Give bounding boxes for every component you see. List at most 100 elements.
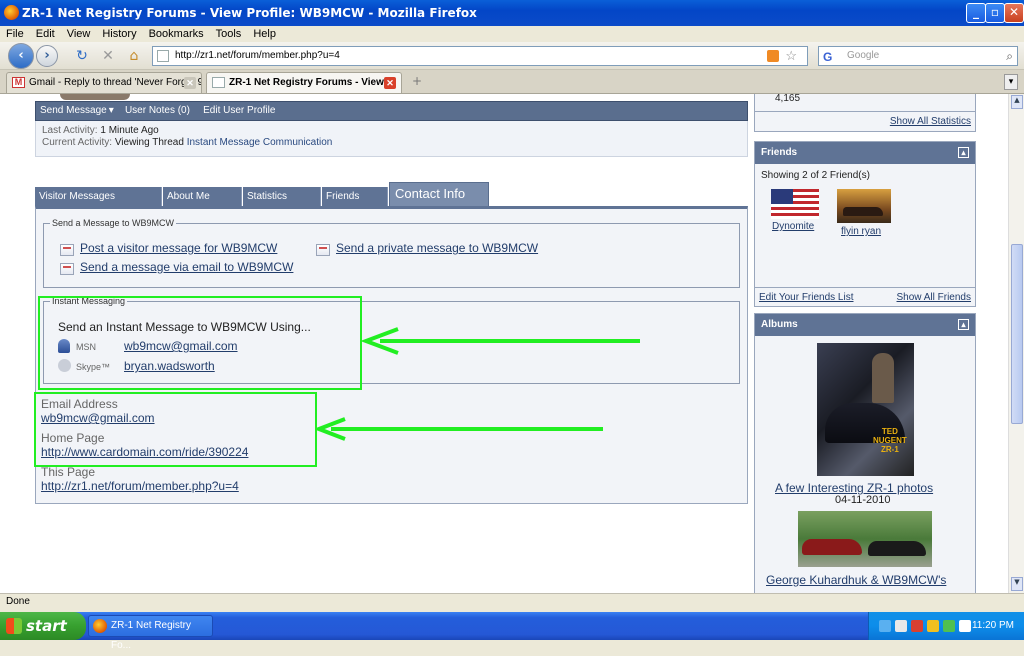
profile-tabs: Visitor Messages About Me Statistics Fri… xyxy=(35,182,748,206)
visitor-message-link[interactable]: Post a visitor message for WB9MCW xyxy=(80,241,277,255)
gmail-icon: M xyxy=(12,77,25,88)
clock[interactable]: 11:20 PM xyxy=(972,620,1014,631)
tab-about-me[interactable]: About Me xyxy=(163,187,242,206)
rss-icon[interactable] xyxy=(767,50,779,62)
private-message-link[interactable]: Send a private message to WB9MCW xyxy=(336,241,538,255)
stop-icon[interactable]: ✕ xyxy=(100,48,116,64)
taskbar: start ZR-1 Net Registry Fo... 11:20 PM xyxy=(0,612,1024,651)
email-message-link[interactable]: Send a message via email to WB9MCW xyxy=(80,260,293,274)
friend-link-flyin-ryan[interactable]: flyin ryan xyxy=(841,226,881,237)
tab-label: ZR-1 Net Registry Forums - View ... xyxy=(229,77,395,88)
url-bar[interactable]: http://zr1.net/forum/member.php?u=4 ☆ xyxy=(152,46,808,66)
menu-file[interactable]: File xyxy=(0,26,30,42)
minimize-button[interactable]: _ xyxy=(966,3,986,23)
tab-contact-info[interactable]: Contact Info xyxy=(389,182,489,206)
tab-close-icon[interactable]: ✕ xyxy=(384,77,396,89)
edit-profile-link[interactable]: Edit User Profile xyxy=(203,105,275,116)
search-icon[interactable]: ⌕ xyxy=(1006,47,1013,65)
album-thumbnail-2[interactable] xyxy=(798,511,932,567)
friends-count: Showing 2 of 2 Friend(s) xyxy=(761,170,870,181)
tab-label: Gmail - Reply to thread 'Never Forget 9.… xyxy=(29,77,202,88)
forward-button[interactable]: › xyxy=(36,45,58,67)
message-icon xyxy=(60,244,74,256)
start-label: start xyxy=(26,617,67,635)
album-link-1[interactable]: A few Interesting ZR-1 photos xyxy=(775,481,933,495)
last-activity-label: Last Activity: xyxy=(42,125,98,136)
tab-visitor-messages[interactable]: Visitor Messages xyxy=(35,187,162,206)
friend-link-dynomite[interactable]: Dynomite xyxy=(772,221,814,232)
scroll-down-arrow[interactable]: ▼ xyxy=(1011,577,1023,591)
current-activity-label: Current Activity: xyxy=(42,137,113,148)
status-text: Done xyxy=(6,596,30,607)
page-content: Send Message ▾ User Notes (0) Edit User P… xyxy=(0,94,1008,593)
back-button[interactable]: ‹ xyxy=(8,43,34,69)
reload-icon[interactable]: ↻ xyxy=(74,48,90,64)
security-icon[interactable] xyxy=(911,620,923,632)
album-thumbnail-text: TED NUGENT ZR-1 xyxy=(873,427,907,454)
new-tab-button[interactable]: + xyxy=(412,74,422,88)
send-message-menu[interactable]: Send Message xyxy=(40,105,107,116)
tab-list-button[interactable]: ▾ xyxy=(1004,74,1018,90)
menu-history[interactable]: History xyxy=(96,26,142,42)
maximize-button[interactable]: ▫ xyxy=(985,3,1005,23)
current-activity-link[interactable]: Instant Message Communication xyxy=(187,137,333,148)
friends-title: Friends xyxy=(761,147,798,158)
search-input[interactable]: G Google ⌕ xyxy=(818,46,1018,66)
vertical-scrollbar[interactable]: ▲ ▼ xyxy=(1008,94,1024,593)
navigation-toolbar: ‹ › ↻ ✕ ⌂ http://zr1.net/forum/member.ph… xyxy=(0,42,1024,70)
update-icon[interactable] xyxy=(927,620,939,632)
menu-bookmarks[interactable]: Bookmarks xyxy=(143,26,210,42)
albums-title: Albums xyxy=(761,319,798,330)
album-thumbnail-1[interactable]: TED NUGENT ZR-1 xyxy=(817,343,914,476)
thispage-link[interactable]: http://zr1.net/forum/member.php?u=4 xyxy=(41,479,239,493)
start-button[interactable]: start xyxy=(0,612,86,640)
chevron-down-icon[interactable]: ▾ xyxy=(109,105,114,116)
friend-avatar-flyin-ryan[interactable] xyxy=(837,189,891,223)
current-activity-value: Viewing Thread xyxy=(114,137,184,148)
page-icon xyxy=(212,77,225,88)
url-text: http://zr1.net/forum/member.php?u=4 xyxy=(175,50,340,61)
friend-avatar-dynomite[interactable] xyxy=(771,189,819,219)
user-notes-link[interactable]: User Notes (0) xyxy=(125,105,190,116)
edit-friends-link[interactable]: Edit Your Friends List xyxy=(759,292,854,303)
album-link-2[interactable]: George Kuhardhuk & WB9MCW's xyxy=(766,573,946,587)
close-button[interactable]: ✕ xyxy=(1004,3,1024,23)
collapse-icon[interactable]: ▴ xyxy=(958,319,969,330)
tab-bar: M Gmail - Reply to thread 'Never Forget … xyxy=(0,70,1024,94)
show-all-friends-link[interactable]: Show All Friends xyxy=(897,292,971,303)
profile-action-bar: Send Message ▾ User Notes (0) Edit User P… xyxy=(35,101,748,121)
scroll-up-arrow[interactable]: ▲ xyxy=(1011,95,1023,109)
tab-statistics[interactable]: Statistics xyxy=(243,187,321,206)
statistics-box: 4,165 Show All Statistics xyxy=(754,94,976,132)
taskbar-item-label: ZR-1 Net Registry Fo... xyxy=(111,620,192,651)
friends-box: Friends ▴ Showing 2 of 2 Friend(s) Dynom… xyxy=(754,141,976,307)
tab-gmail[interactable]: M Gmail - Reply to thread 'Never Forget … xyxy=(6,72,202,93)
google-icon[interactable]: G xyxy=(823,48,832,66)
volume-icon[interactable] xyxy=(895,620,907,632)
tab-friends[interactable]: Friends xyxy=(322,187,388,206)
menu-edit[interactable]: Edit xyxy=(30,26,61,42)
collapse-icon[interactable]: ▴ xyxy=(958,147,969,158)
mail-icon[interactable] xyxy=(959,620,971,632)
scroll-thumb[interactable] xyxy=(1011,244,1023,424)
message-icon xyxy=(316,244,330,256)
bookmark-star-icon[interactable]: ☆ xyxy=(785,47,797,65)
tab-close-icon[interactable]: ✕ xyxy=(184,77,196,89)
menu-view[interactable]: View xyxy=(61,26,97,42)
signal-icon[interactable] xyxy=(943,620,955,632)
menu-bar: File Edit View History Bookmarks Tools Help xyxy=(0,26,1024,42)
im-highlight-box xyxy=(38,296,362,390)
menu-tools[interactable]: Tools xyxy=(210,26,248,42)
email-icon xyxy=(60,263,74,275)
albums-header: Albums ▴ xyxy=(755,314,975,336)
home-icon[interactable]: ⌂ xyxy=(126,48,142,64)
tab-zr1-forums[interactable]: ZR-1 Net Registry Forums - View ... ✕ xyxy=(206,72,402,93)
send-message-legend: Send a Message to WB9MCW xyxy=(52,218,175,228)
arrow-annotation xyxy=(315,417,603,441)
network-icon[interactable] xyxy=(879,620,891,632)
albums-box: Albums ▴ TED NUGENT ZR-1 A few Interesting… xyxy=(754,313,976,593)
page-icon xyxy=(157,50,169,62)
taskbar-item-firefox[interactable]: ZR-1 Net Registry Fo... xyxy=(88,615,213,651)
show-all-statistics-link[interactable]: Show All Statistics xyxy=(890,116,971,127)
menu-help[interactable]: Help xyxy=(247,26,282,42)
